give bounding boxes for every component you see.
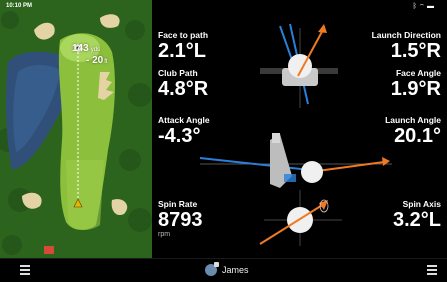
face-angle-value: 1.9°R: [390, 78, 441, 100]
club-path-value: 4.8°R: [158, 78, 209, 100]
metric-club-path: Club Path 4.8°R: [158, 68, 208, 100]
elevation-unit: ft: [104, 59, 108, 65]
spin-rate-label: Spin Rate: [158, 199, 198, 209]
user-avatar-icon: [205, 262, 219, 276]
metric-attack-angle: Attack Angle -4.3°: [158, 115, 210, 147]
hole-map[interactable]: 10:10 PM 143 yds - 20 ft: [0, 0, 152, 258]
spin-rate-unit: rpm: [158, 231, 171, 238]
user-name: James: [222, 265, 249, 275]
hole-map-graphic: [0, 0, 152, 258]
launch-angle-label: Launch Angle: [385, 115, 441, 125]
spin-axis-value: 3.2°L: [392, 209, 441, 231]
shot-metrics-panel: ᛒ◠▬ Face to path 2.1°L Club Path 4.8°R A…: [152, 0, 447, 258]
face-angle-label: Face Angle: [395, 68, 441, 78]
face-to-path-graphic: [260, 23, 338, 108]
bottom-bar: James: [0, 258, 447, 282]
face-to-path-label: Face to path: [158, 30, 209, 40]
metric-spin-axis: Spin Axis 3.2°L: [393, 199, 441, 231]
attack-angle-label: Attack Angle: [158, 115, 210, 125]
metric-launch-direction: Launch Direction 1.5°R: [372, 30, 441, 62]
user-selector[interactable]: James: [205, 262, 249, 276]
status-time: 10:10 PM: [6, 3, 33, 9]
launch-direction-value: 1.5°R: [390, 40, 441, 62]
distance-to-pin: 143 yds: [72, 43, 100, 54]
club-path-label: Club Path: [158, 68, 198, 78]
spin-axis-label: Spin Axis: [402, 199, 441, 209]
metric-face-to-path: Face to path 2.1°L: [158, 30, 208, 62]
metric-spin-rate: Spin Rate 8793 rpm: [158, 199, 203, 238]
settings-sliders-icon[interactable]: [427, 265, 437, 275]
launch-direction-label: Launch Direction: [371, 30, 441, 40]
metric-face-angle: Face Angle 1.9°R: [391, 68, 441, 100]
launch-angle-graphic: [199, 133, 392, 188]
elevation-change: - 20 ft: [86, 55, 108, 66]
launch-angle-value: 20.1°: [394, 125, 441, 147]
elevation-value: - 20: [86, 55, 104, 66]
attack-angle-value: -4.3°: [158, 125, 201, 147]
hamburger-menu-icon[interactable]: [20, 265, 30, 275]
metric-launch-angle: Launch Angle 20.1°: [385, 115, 441, 147]
distance-value: 143: [72, 43, 89, 54]
spin-rate-value: 8793: [158, 209, 203, 231]
distance-unit: yds: [90, 47, 101, 53]
spin-axis-graphic: [259, 190, 342, 246]
face-to-path-value: 2.1°L: [158, 40, 207, 62]
